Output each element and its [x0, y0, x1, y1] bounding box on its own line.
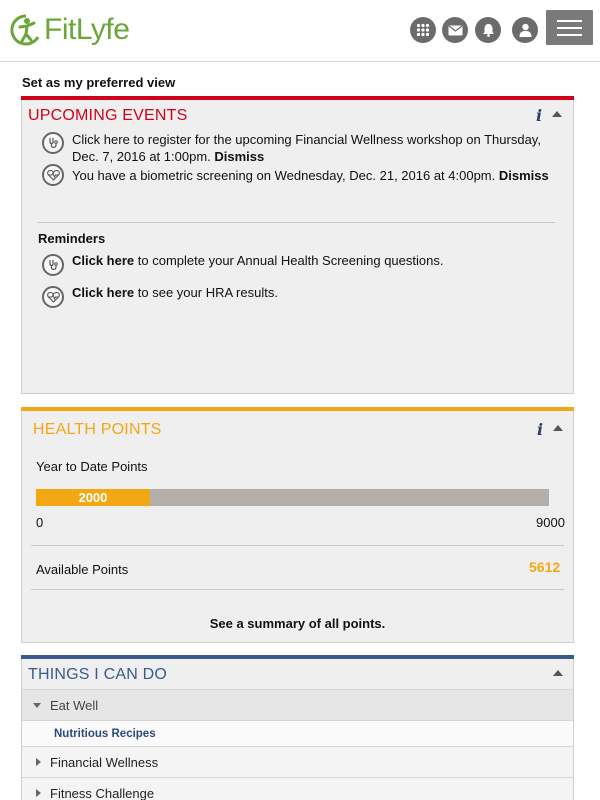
sub-item-nutritious-recipes[interactable]: Nutritious Recipes: [22, 720, 573, 746]
event-link[interactable]: Click here to register for the upcoming …: [72, 132, 541, 147]
section-financial-wellness[interactable]: Financial Wellness: [22, 746, 573, 777]
panel-title: HEALTH POINTS: [33, 421, 162, 438]
dismiss-button[interactable]: Dismiss: [499, 168, 549, 183]
divider: [31, 589, 564, 590]
event-text: You have a biometric screening on Wednes…: [72, 168, 496, 183]
sub-item-link[interactable]: Nutritious Recipes: [54, 726, 156, 743]
collapse-icon[interactable]: [553, 425, 563, 431]
collapsed-caret-icon: [36, 789, 41, 797]
section-label: Fitness Challenge: [50, 786, 155, 800]
upcoming-events-panel: UPCOMING EVENTS i Click here to register…: [21, 96, 574, 394]
expanded-caret-icon: [33, 703, 41, 708]
reminder-text: to see your HRA results.: [134, 285, 278, 300]
panel-title: UPCOMING EVENTS: [28, 107, 188, 124]
event-date: Dec. 7, 2016 at 1:00pm.: [72, 149, 211, 164]
info-icon[interactable]: i: [536, 106, 542, 125]
heart-monitor-icon: [42, 286, 64, 308]
panel-accent-bar: [21, 407, 574, 411]
event-item: Click here to register for the upcoming …: [72, 131, 572, 165]
points-max-label: 9000: [536, 515, 565, 530]
info-icon[interactable]: i: [537, 420, 543, 439]
user-icon[interactable]: [512, 17, 538, 43]
panel-accent-bar: [21, 655, 574, 659]
logo-text: FitLyfe: [44, 13, 130, 46]
available-points-value: 5612: [529, 559, 561, 575]
stethoscope-icon: [42, 254, 64, 276]
collapse-icon[interactable]: [552, 111, 562, 117]
fitlyfe-logo[interactable]: FitLyfe: [10, 10, 130, 50]
things-i-can-do-panel: THINGS I CAN DO Eat Well Nutritious Reci…: [21, 655, 574, 800]
bell-icon[interactable]: [475, 17, 501, 43]
menu-icon[interactable]: [546, 10, 593, 45]
apps-grid-icon[interactable]: [410, 17, 436, 43]
section-label: Financial Wellness: [50, 755, 159, 770]
reminder-item: Click here to see your HRA results.: [72, 284, 572, 301]
collapse-icon[interactable]: [553, 670, 563, 676]
ytd-points-label: Year to Date Points: [36, 459, 148, 474]
panel-title: THINGS I CAN DO: [28, 666, 168, 683]
event-item: You have a biometric screening on Wednes…: [72, 167, 572, 184]
panel-accent-bar: [21, 96, 574, 100]
reminder-item: Click here to complete your Annual Healt…: [72, 252, 572, 269]
ytd-points-fill: 2000: [36, 489, 150, 506]
points-min-label: 0: [36, 515, 44, 530]
reminder-link[interactable]: Click here: [72, 253, 134, 268]
section-fitness-challenge[interactable]: Fitness Challenge: [22, 777, 573, 800]
mail-icon[interactable]: [442, 17, 468, 43]
heart-monitor-icon: [42, 164, 64, 186]
available-points-label: Available Points: [36, 562, 129, 577]
preferred-view-link[interactable]: Set as my preferred view: [22, 75, 175, 90]
collapsed-caret-icon: [36, 758, 41, 766]
section-label: Eat Well: [50, 698, 99, 713]
reminder-link[interactable]: Click here: [72, 285, 134, 300]
stethoscope-icon: [42, 132, 64, 154]
divider: [31, 545, 564, 546]
reminder-text: to complete your Annual Health Screening…: [134, 253, 444, 268]
health-points-panel: HEALTH POINTS i Year to Date Points 2000…: [21, 407, 574, 643]
logo-figure-icon: [10, 13, 42, 47]
dismiss-button[interactable]: Dismiss: [214, 149, 264, 164]
divider: [38, 222, 555, 223]
section-eat-well[interactable]: Eat Well: [22, 689, 573, 720]
app-header: FitLyfe: [0, 0, 600, 62]
reminders-heading: Reminders: [38, 231, 106, 246]
ytd-points-bar: 2000: [36, 489, 549, 506]
points-summary-link[interactable]: See a summary of all points.: [22, 615, 573, 632]
